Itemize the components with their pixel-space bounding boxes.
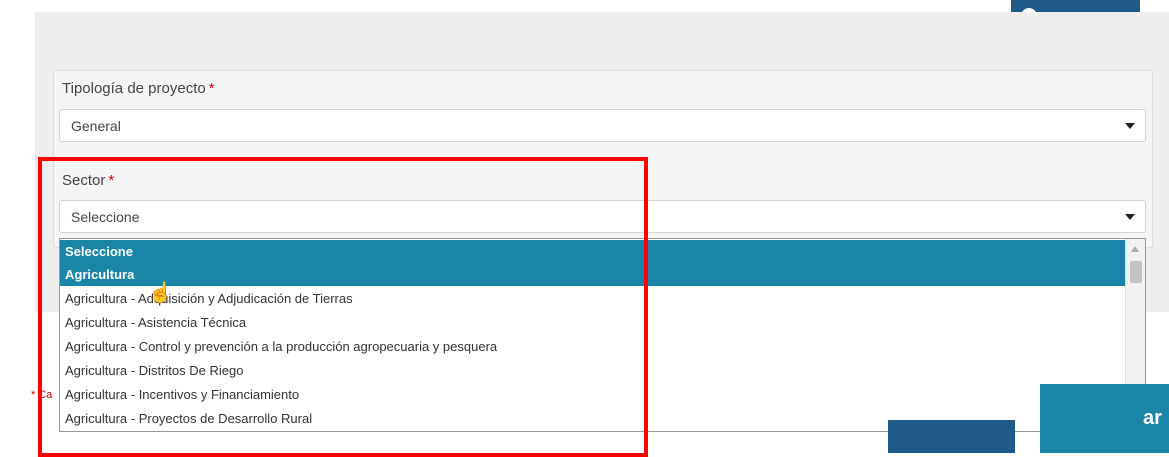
tipologia-label: Tipología de proyecto * [62,80,215,97]
bottom-secondary-button[interactable] [888,420,1015,453]
bottom-primary-button[interactable]: ar [1040,384,1169,453]
annotation-highlight-box [38,157,648,457]
bottom-primary-label: ar [1143,407,1162,429]
tipologia-label-text: Tipología de proyecto [62,80,206,97]
scroll-thumb[interactable] [1130,261,1142,283]
required-mark: * [208,80,215,97]
scroll-up-icon[interactable] [1131,246,1139,252]
chevron-down-icon [1125,214,1135,220]
tipologia-selected-value: General [71,117,121,134]
chevron-down-icon [1125,123,1135,129]
hand-pointer-icon: ☝ [148,282,173,304]
tipologia-select[interactable]: General [59,109,1146,142]
